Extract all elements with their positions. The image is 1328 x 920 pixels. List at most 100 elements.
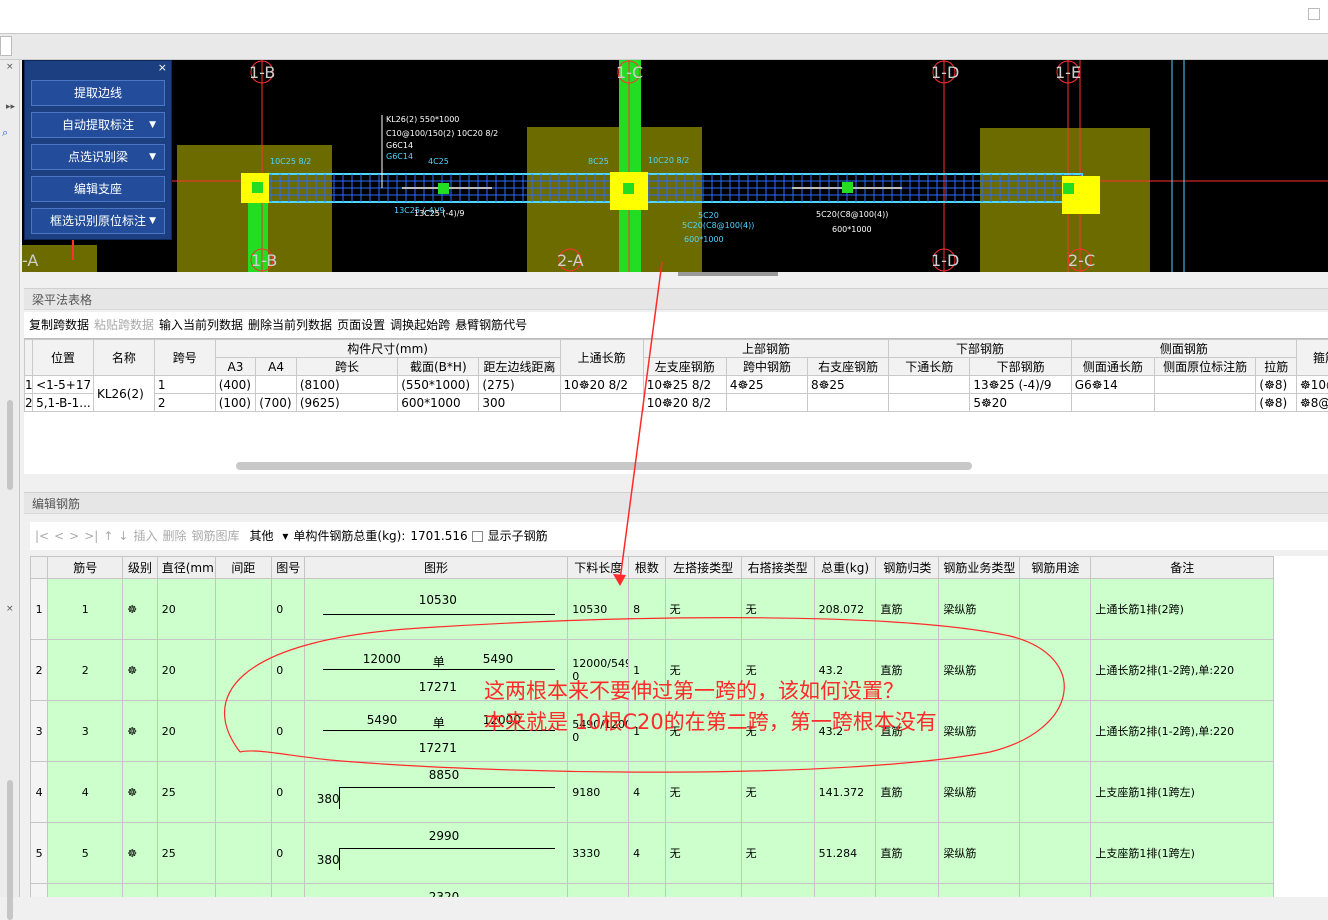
cell-diameter[interactable]: 20 <box>157 640 215 701</box>
cell-grade[interactable] <box>123 884 157 898</box>
cell-grade[interactable]: ☸ <box>123 701 157 762</box>
table-row[interactable]: 1 <1-5+17 KL26(2) 1 (400) (8100) (550*10… <box>25 376 1328 394</box>
cell-left-lap[interactable]: 无 <box>665 762 741 823</box>
cell-bottom-through[interactable] <box>889 394 970 412</box>
input-column-button[interactable]: 输入当前列数据 <box>159 312 243 338</box>
auto-extract-annotation-button[interactable]: 自动提取标注▼ <box>31 112 165 138</box>
cell-grade[interactable]: ☸ <box>123 762 157 823</box>
cell-tie[interactable]: (☸8) <box>1256 394 1297 412</box>
dropdown-stub[interactable] <box>0 36 12 56</box>
cell-figure-no[interactable]: 0 <box>272 701 304 762</box>
cell-tie[interactable]: (☸8) <box>1256 376 1297 394</box>
cell-side-in-situ[interactable] <box>1154 394 1255 412</box>
cell-right-lap[interactable] <box>741 884 814 898</box>
delete-column-button[interactable]: 删除当前列数据 <box>248 312 332 338</box>
cell-a3[interactable]: (400) <box>215 376 256 394</box>
box-recognize-in-situ-button[interactable]: 框选识别原位标注▼ <box>31 208 165 234</box>
plan-table-scrollbar[interactable] <box>236 462 972 470</box>
cell-usage[interactable] <box>1020 701 1091 762</box>
cell-figure-no[interactable]: 0 <box>272 762 304 823</box>
cell-usage[interactable] <box>1020 640 1091 701</box>
cell-spacing[interactable] <box>215 701 272 762</box>
cell-side-in-situ[interactable] <box>1154 376 1255 394</box>
cell-span-length[interactable]: (9625) <box>296 394 397 412</box>
first-record-button[interactable]: |< <box>35 522 49 550</box>
cell-side-through[interactable] <box>1071 394 1154 412</box>
cell-left-lap[interactable] <box>665 884 741 898</box>
chevron-down-icon[interactable]: ▼ <box>149 145 156 169</box>
cell-a4[interactable]: (700) <box>256 394 297 412</box>
cell-right-lap[interactable]: 无 <box>741 762 814 823</box>
cell-grade[interactable]: ☸ <box>123 823 157 884</box>
cell-business-type[interactable]: 梁纵筋 <box>939 640 1020 701</box>
next-record-button[interactable]: > <box>69 522 79 550</box>
cell-business-type[interactable] <box>939 884 1020 898</box>
cell-business-type[interactable]: 梁纵筋 <box>939 762 1020 823</box>
cell-a4[interactable] <box>256 376 297 394</box>
cell-category[interactable]: 直筋 <box>876 823 939 884</box>
cell-remark[interactable]: 上支座筋1排(1跨左) <box>1091 762 1274 823</box>
cell-diameter[interactable]: 25 <box>157 823 215 884</box>
cell-weight[interactable]: 208.072 <box>814 579 876 640</box>
cell-figure-no[interactable]: 0 <box>272 640 304 701</box>
cell-right-lap[interactable]: 无 <box>741 579 814 640</box>
other-menu-button[interactable]: 其他 ▾ <box>245 522 289 550</box>
cell-usage[interactable] <box>1020 762 1091 823</box>
cell-remark[interactable]: 上通长筋2排(1-2跨),单:220 <box>1091 640 1274 701</box>
close-icon[interactable]: × <box>6 62 14 72</box>
cell-edge-distance[interactable]: 300 <box>479 394 560 412</box>
close-icon[interactable]: × <box>158 61 167 74</box>
cell-span[interactable]: 2 <box>154 394 215 412</box>
cell-business-type[interactable]: 梁纵筋 <box>939 701 1020 762</box>
cell-remark[interactable]: 上通长筋2排(1-2跨),单:220 <box>1091 701 1274 762</box>
cantilever-code-button[interactable]: 悬臂钢筋代号 <box>455 312 527 338</box>
cell-weight[interactable]: 51.284 <box>814 823 876 884</box>
cell-figure-no[interactable]: 0 <box>272 823 304 884</box>
table-row[interactable]: 2 5,1-B-1... 2 (100) (700) (9625) 600*10… <box>25 394 1328 412</box>
cell-top-through[interactable]: 10☸20 8/2 <box>560 376 643 394</box>
window-restore-icon[interactable] <box>1308 8 1320 20</box>
cell-a3[interactable]: (100) <box>215 394 256 412</box>
table-row[interactable]: 55☸250380299033304无无51.284直筋梁纵筋上支座筋1排(1跨… <box>31 823 1274 884</box>
cell-usage[interactable] <box>1020 579 1091 640</box>
cell-remark[interactable]: 上支座筋1排(1跨左) <box>1091 823 1274 884</box>
cell-weight[interactable] <box>814 884 876 898</box>
copy-span-button[interactable]: 复制跨数据 <box>29 312 89 338</box>
cell-spacing[interactable] <box>215 640 272 701</box>
cell-stirrup[interactable]: ☸10@ <box>1297 376 1328 394</box>
cell-rebar-no[interactable]: 1 <box>48 579 123 640</box>
left-scrollbar-lower[interactable] <box>7 780 13 920</box>
cell-count[interactable] <box>629 884 665 898</box>
cell-span-length[interactable]: (8100) <box>296 376 397 394</box>
cell-diameter[interactable]: 25 <box>157 762 215 823</box>
rebar-library-button[interactable]: 钢筋图库 <box>192 522 240 550</box>
cell-remark[interactable]: 上通长筋1排(2跨) <box>1091 579 1274 640</box>
chevron-down-icon[interactable]: ▼ <box>149 113 156 137</box>
cell-section[interactable]: (550*1000) <box>398 376 479 394</box>
cell-grade[interactable]: ☸ <box>123 640 157 701</box>
cell-right-support[interactable] <box>808 394 889 412</box>
expand-arrow-icon[interactable]: ▸▸ <box>6 102 15 112</box>
chevron-down-icon[interactable]: ▼ <box>149 209 156 233</box>
table-row[interactable]: 2320 <box>31 884 1274 898</box>
cell-diameter[interactable]: 20 <box>157 579 215 640</box>
cad-canvas[interactable]: 1-B 1-C 1-D 1-E -A 1-B 2-A 1-D 2-C KL26(… <box>22 60 1328 272</box>
cell-rebar-no[interactable]: 3 <box>48 701 123 762</box>
cell-mid-span[interactable] <box>726 394 807 412</box>
cell-rebar-no[interactable]: 4 <box>48 762 123 823</box>
cell-left-support[interactable]: 10☸20 8/2 <box>643 394 726 412</box>
search-icon[interactable]: ⌕ <box>2 126 8 140</box>
show-sub-rebar-checkbox[interactable] <box>472 531 483 542</box>
cell-cut-length[interactable]: 10530 <box>568 579 629 640</box>
delete-button[interactable]: 删除 <box>162 522 186 550</box>
cell-left-lap[interactable]: 无 <box>665 823 741 884</box>
move-up-button[interactable]: ↑ <box>103 522 113 550</box>
cell-name[interactable]: KL26(2) <box>93 376 154 412</box>
page-setup-button[interactable]: 页面设置 <box>337 312 385 338</box>
cell-left-lap[interactable]: 无 <box>665 579 741 640</box>
cell-top-through[interactable] <box>560 394 643 412</box>
cell-count[interactable]: 4 <box>629 762 665 823</box>
cell-shape[interactable]: 3808850 <box>304 762 568 823</box>
insert-button[interactable]: 插入 <box>133 522 157 550</box>
cell-rebar-no[interactable]: 5 <box>48 823 123 884</box>
